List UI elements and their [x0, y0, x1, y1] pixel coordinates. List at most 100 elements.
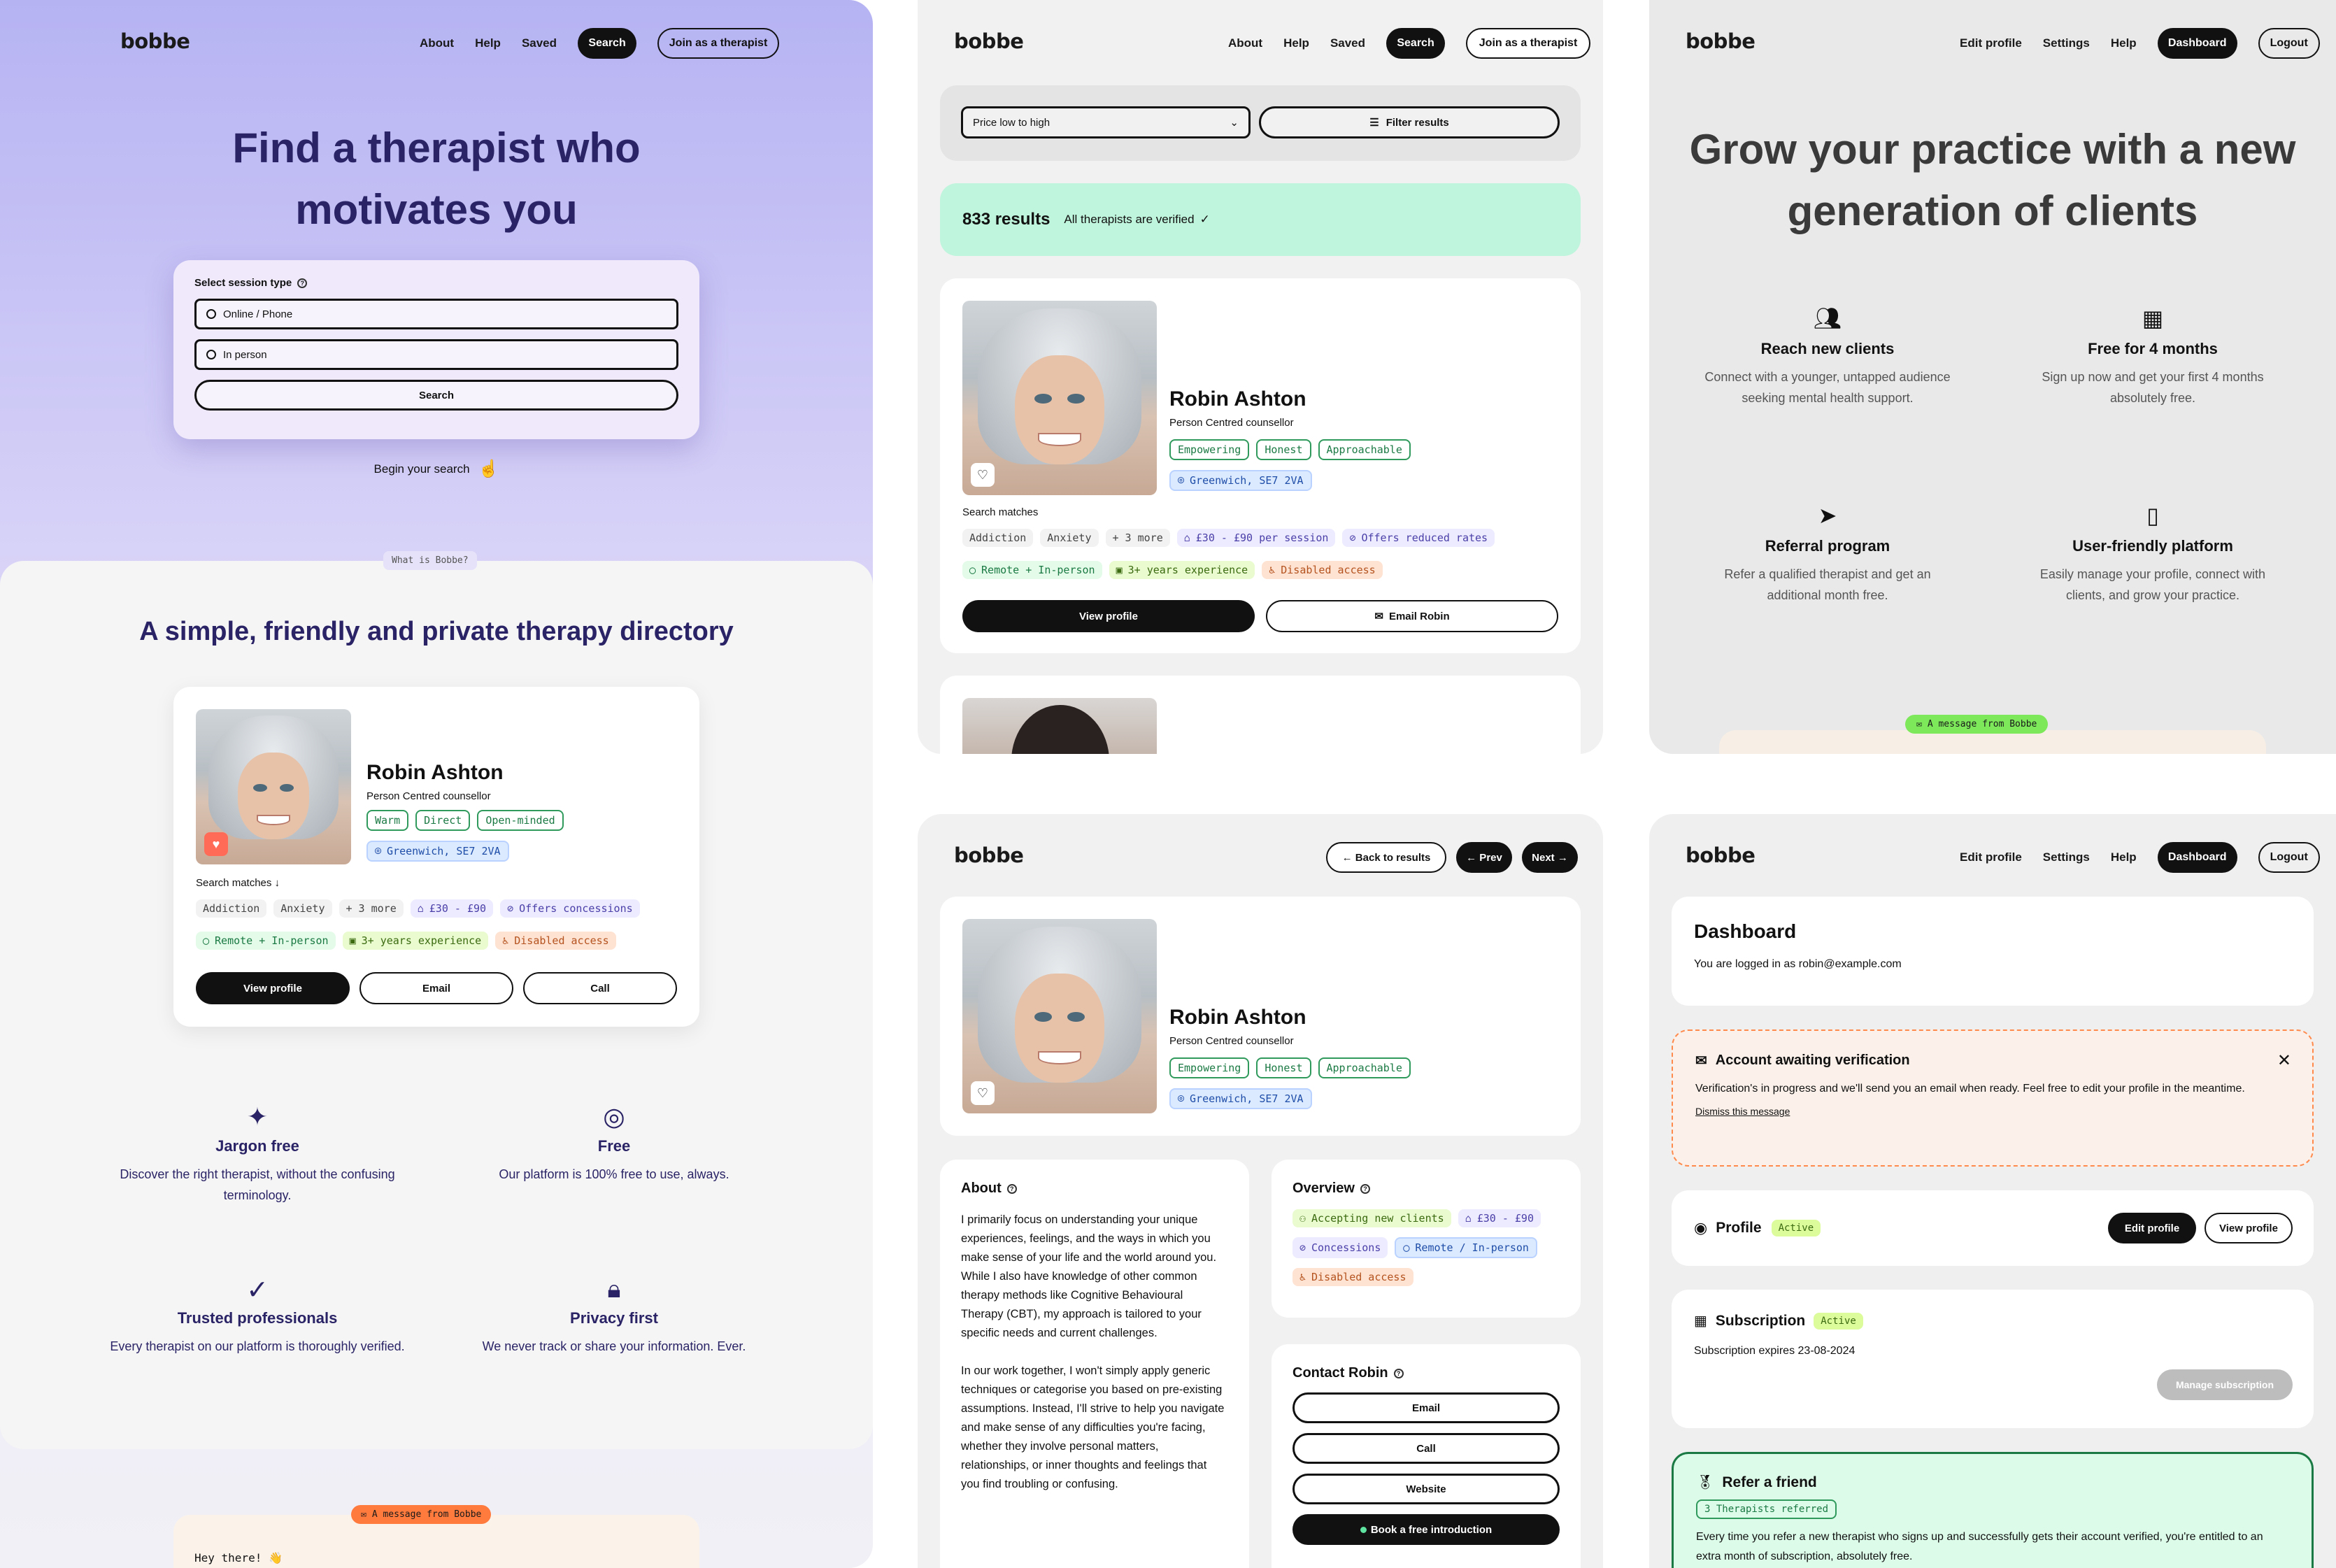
trait-tag: Approachable: [1318, 439, 1411, 460]
therapist-name[interactable]: Robin Ashton: [1169, 387, 1306, 411]
nav-edit-profile[interactable]: Edit profile: [1960, 850, 2022, 864]
filter-button[interactable]: ☰ Filter results: [1259, 106, 1560, 138]
panel-home: bobbe About Help Saved Search Join as a …: [0, 0, 873, 1568]
contact-website-button[interactable]: Website: [1292, 1474, 1560, 1504]
logo[interactable]: bobbe: [1686, 843, 1755, 867]
begin-search[interactable]: Begin your search ☝: [0, 459, 873, 479]
search-button[interactable]: Search: [194, 380, 678, 411]
top-nav: Edit profile Settings Help Dashboard Log…: [1960, 28, 2320, 59]
nav-help[interactable]: Help: [1283, 36, 1309, 50]
book-intro-button[interactable]: Book a free introduction: [1292, 1514, 1560, 1545]
dashboard-button[interactable]: Dashboard: [2157, 28, 2237, 59]
dashboard-title: Dashboard: [1694, 920, 1797, 942]
join-therapist-button[interactable]: Join as a therapist: [1466, 28, 1591, 59]
contact-call-button[interactable]: Call: [1292, 1433, 1560, 1464]
nav-about[interactable]: About: [420, 36, 454, 50]
option-in-person[interactable]: In person: [194, 339, 678, 370]
contact-email-button[interactable]: Email: [1292, 1392, 1560, 1423]
match-tag: Anxiety: [273, 899, 332, 918]
message-tag: ✉ A message from Bobbe: [351, 1505, 492, 1524]
nav-saved[interactable]: Saved: [1330, 36, 1365, 50]
info-icon[interactable]: ?: [1360, 1183, 1370, 1194]
results-banner: 833 results All therapists are verified ✓: [940, 183, 1581, 256]
option-online[interactable]: Online / Phone: [194, 299, 678, 329]
join-therapist-button[interactable]: Join as a therapist: [657, 28, 780, 59]
next-button[interactable]: Next →: [1522, 842, 1578, 873]
percent-icon: ⊘: [507, 902, 514, 915]
logout-button[interactable]: Logout: [2258, 842, 2320, 873]
dashboard-button[interactable]: Dashboard: [2157, 842, 2237, 873]
experience-tag: ▣ 3+ years experience: [1109, 561, 1255, 579]
chevron-down-icon: ⌄: [1230, 117, 1239, 129]
logo[interactable]: bobbe: [954, 843, 1024, 867]
edit-profile-button[interactable]: Edit profile: [2108, 1213, 2196, 1243]
nav-help[interactable]: Help: [2111, 850, 2137, 864]
nav-help[interactable]: Help: [2111, 36, 2137, 50]
info-icon[interactable]: ?: [1006, 1183, 1017, 1194]
save-heart-icon[interactable]: ♡: [971, 463, 995, 487]
dismiss-link[interactable]: Dismiss this message: [1695, 1106, 2290, 1117]
trait-tag: Open-minded: [477, 810, 564, 831]
match-tag: Anxiety: [1040, 529, 1099, 547]
pin-icon: ⌾: [1178, 474, 1185, 487]
feature-free: ◎ Free Our platform is 100% free to use,…: [474, 1102, 754, 1185]
trait-tag: Warm: [366, 810, 409, 831]
prev-button[interactable]: ← Prev: [1456, 842, 1512, 873]
nav-help[interactable]: Help: [475, 36, 501, 50]
view-profile-button[interactable]: View profile: [196, 972, 350, 1004]
logo[interactable]: bobbe: [1686, 29, 1755, 53]
manage-subscription-button[interactable]: Manage subscription: [2157, 1369, 2293, 1400]
feature-jargon: ✦ Jargon free Discover the right therapi…: [117, 1102, 397, 1206]
pin-icon: ⌾: [375, 845, 382, 857]
nav-edit-profile[interactable]: Edit profile: [1960, 36, 2022, 50]
pointer-hand-icon: ☝: [478, 459, 499, 478]
message-tag: ✉ A message from Bobbe: [1905, 715, 2049, 734]
feature-platform: ▯ User-friendly platform Easily manage y…: [2020, 502, 2286, 606]
mail-icon: ✉: [1916, 719, 1922, 729]
tag-icon: ⌂: [1465, 1212, 1472, 1225]
more-matches[interactable]: + 3 more: [1105, 529, 1170, 547]
logo[interactable]: bobbe: [954, 29, 1024, 53]
email-button[interactable]: Email: [359, 972, 513, 1004]
nav-search-button[interactable]: Search: [578, 28, 637, 59]
therapist-name[interactable]: Robin Ashton: [366, 761, 504, 785]
nav-saved[interactable]: Saved: [522, 36, 557, 50]
status-dot-icon: [1360, 1526, 1367, 1533]
info-icon[interactable]: ?: [1393, 1368, 1404, 1378]
email-robin-button[interactable]: ✉ Email Robin: [1266, 600, 1558, 632]
profile-title: Profile: [1716, 1220, 1762, 1236]
nav-settings[interactable]: Settings: [2043, 36, 2090, 50]
save-heart-icon[interactable]: ♡: [971, 1081, 995, 1105]
search-matches-label[interactable]: Search matches ↓: [196, 877, 280, 889]
panel-profile: bobbe ← Back to results ← Prev Next → ♡ …: [918, 814, 1603, 1568]
remote-tag: ◯ Remote + In-person: [962, 561, 1102, 579]
what-tag: What is Bobbe?: [383, 551, 477, 570]
accessibility-icon: ♿: [1269, 564, 1276, 576]
save-heart-icon[interactable]: ♥: [204, 832, 228, 856]
info-icon[interactable]: ?: [297, 278, 308, 288]
sliders-icon: ☰: [1369, 117, 1379, 129]
calendar-icon: ▦: [2142, 306, 2164, 331]
location-tag: ⌾ Greenwich, SE7 2VA: [1169, 470, 1312, 491]
mail-icon: ✉: [361, 1509, 366, 1520]
therapist-role: Person Centred counsellor: [366, 790, 491, 802]
view-profile-button[interactable]: View profile: [2205, 1213, 2293, 1243]
profile-card: ◉ Profile Active Edit profile View profi…: [1672, 1190, 2314, 1266]
top-nav: Edit profile Settings Help Dashboard Log…: [1960, 842, 2320, 873]
percent-icon: ⊘: [1299, 1241, 1306, 1254]
top-nav: About Help Saved Search Join as a therap…: [420, 28, 780, 59]
close-icon[interactable]: ✕: [2277, 1050, 2291, 1071]
verification-alert: ✉ Account awaiting verification ✕ Verific…: [1672, 1029, 2314, 1167]
call-button[interactable]: Call: [523, 972, 677, 1004]
logo[interactable]: bobbe: [120, 29, 190, 53]
send-icon: ➤: [1818, 503, 1837, 528]
therapist-name: Robin Ashton: [1169, 1006, 1306, 1029]
view-profile-button[interactable]: View profile: [962, 600, 1255, 632]
more-matches[interactable]: + 3 more: [339, 899, 404, 918]
sort-select[interactable]: Price low to high ⌄: [961, 106, 1251, 138]
nav-settings[interactable]: Settings: [2043, 850, 2090, 864]
back-to-results-button[interactable]: ← Back to results: [1326, 842, 1446, 873]
nav-about[interactable]: About: [1228, 36, 1262, 50]
nav-search-button[interactable]: Search: [1386, 28, 1446, 59]
logout-button[interactable]: Logout: [2258, 28, 2320, 59]
